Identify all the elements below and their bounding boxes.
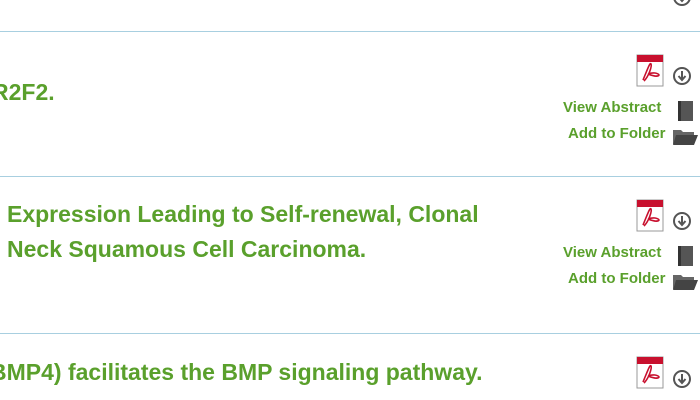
result-title-link[interactable]: Neck Squamous Cell Carcinoma. — [7, 232, 366, 267]
result-divider — [0, 333, 700, 334]
download-icon[interactable] — [672, 369, 692, 389]
abstract-icon[interactable] — [676, 100, 694, 122]
folder-icon[interactable] — [672, 272, 698, 292]
result-divider — [0, 31, 700, 32]
result-title-link[interactable]: Expression Leading to Self-renewal, Clon… — [7, 197, 479, 232]
download-icon[interactable] — [672, 211, 692, 231]
view-abstract-link[interactable]: View Abstract — [563, 99, 661, 116]
result-title-link[interactable]: R2F2. — [0, 75, 55, 110]
view-abstract-link[interactable]: View Abstract — [563, 244, 661, 261]
abstract-icon[interactable] — [676, 245, 694, 267]
search-results-list: R2F2. View Abstract Add to Folder Expres… — [0, 0, 700, 400]
add-to-folder-link[interactable]: Add to Folder — [568, 270, 666, 287]
download-icon[interactable] — [672, 0, 692, 7]
folder-icon[interactable] — [672, 127, 698, 147]
result-divider — [0, 176, 700, 177]
download-icon[interactable] — [672, 66, 692, 86]
pdf-icon[interactable] — [636, 356, 666, 390]
add-to-folder-link[interactable]: Add to Folder — [568, 125, 666, 142]
result-title-link[interactable]: BMP4) facilitates the BMP signaling path… — [0, 355, 482, 390]
pdf-icon[interactable] — [636, 199, 666, 233]
pdf-icon[interactable] — [636, 54, 666, 88]
